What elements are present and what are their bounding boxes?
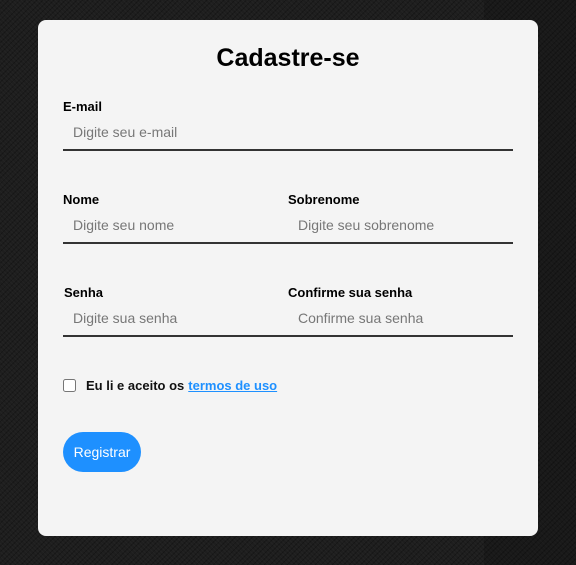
confirm-password-input[interactable] xyxy=(288,300,513,336)
terms-link[interactable]: termos de uso xyxy=(188,378,277,393)
confirm-password-group: Confirme sua senha xyxy=(288,285,513,336)
last-name-label: Sobrenome xyxy=(288,192,360,207)
signup-card: Cadastre-se E-mail Nome Sobrenome Senha … xyxy=(38,20,538,536)
first-name-input[interactable] xyxy=(63,207,288,243)
email-input[interactable] xyxy=(63,114,513,150)
last-name-input[interactable] xyxy=(288,207,513,243)
last-name-group: Sobrenome xyxy=(288,192,513,243)
email-underline xyxy=(63,149,513,151)
confirm-password-label: Confirme sua senha xyxy=(288,285,413,300)
password-input[interactable] xyxy=(63,300,288,336)
name-underline xyxy=(63,242,513,244)
email-label: E-mail xyxy=(63,99,103,114)
terms-checkbox[interactable] xyxy=(63,379,76,392)
password-group: Senha xyxy=(63,285,288,336)
first-name-group: Nome xyxy=(63,192,288,243)
password-underline xyxy=(63,335,513,337)
form-title: Cadastre-se xyxy=(216,44,360,72)
email-group: E-mail xyxy=(63,99,513,150)
first-name-label: Nome xyxy=(63,192,100,207)
register-button[interactable]: Registrar xyxy=(63,432,141,472)
terms-text: Eu li e aceito os xyxy=(86,378,185,393)
password-label: Senha xyxy=(64,285,104,300)
terms-row: Eu li e aceito os termos de uso xyxy=(63,378,277,393)
